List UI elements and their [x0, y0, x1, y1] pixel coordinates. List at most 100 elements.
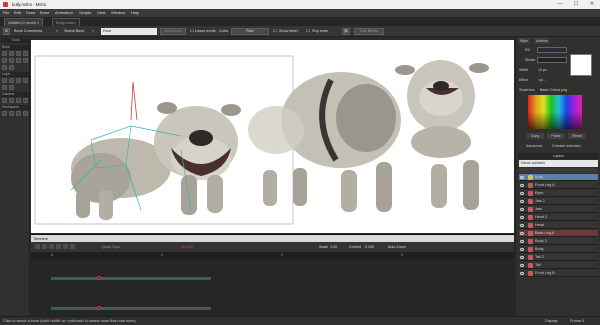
go-start-icon[interactable]: [35, 244, 40, 249]
layer-row[interactable]: Jaw: [519, 206, 598, 213]
layer-row[interactable]: Front Leg B: [519, 270, 598, 277]
visibility-eye-icon[interactable]: [520, 216, 524, 219]
pan-workspace-tool-icon[interactable]: [2, 111, 7, 116]
go-end-icon[interactable]: [63, 244, 68, 249]
select-bone-tool-icon[interactable]: [2, 51, 7, 56]
menu-window[interactable]: Window: [111, 10, 125, 15]
checker-selection-checkbox[interactable]: Checker selection: [552, 144, 581, 148]
interpolation-dropdown[interactable]: Smooth: [181, 244, 193, 250]
translate-bone-tool-icon[interactable]: [9, 51, 14, 56]
loop-icon[interactable]: [70, 244, 75, 249]
auto-zoom-button[interactable]: Auto Zoom: [388, 244, 406, 250]
tab-bully[interactable]: Bully.moho: [52, 18, 80, 26]
visibility-eye-icon[interactable]: [520, 272, 524, 275]
effect-dropdown[interactable]: <pl...: [538, 78, 546, 82]
track-camera-tool-icon[interactable]: [2, 98, 7, 103]
visibility-eye-icon[interactable]: [520, 248, 524, 251]
show-label-checkbox[interactable]: ☐: [273, 28, 276, 35]
add-bone-tool-icon[interactable]: [2, 58, 7, 63]
advanced-toggle[interactable]: Advanced: [526, 144, 542, 148]
layer-row[interactable]: Head: [519, 222, 598, 229]
color-dropdown[interactable]: Plain: [231, 28, 269, 35]
orbit-workspace-tool-icon[interactable]: [23, 111, 28, 116]
scale-layer-tool-icon[interactable]: [16, 78, 21, 83]
keyframe[interactable]: [97, 276, 101, 280]
layer-search-input[interactable]: Name contains: [519, 160, 598, 167]
reparent-bone-tool-icon[interactable]: [9, 58, 14, 63]
bind-name-button[interactable]: Bind name: [160, 28, 186, 35]
select-bone-dropdown[interactable]: Select Bone: [64, 28, 84, 35]
tab-style[interactable]: Style: [518, 38, 530, 44]
lasso-mode-checkbox[interactable]: ☐: [190, 28, 193, 35]
minimize-button[interactable]: —: [552, 0, 568, 9]
bone-name-input[interactable]: Root: [101, 28, 157, 35]
layer-row[interactable]: Bully: [519, 174, 598, 181]
menu-bone[interactable]: Bone: [40, 10, 49, 15]
menu-scripts[interactable]: Scripts: [79, 10, 91, 15]
maximize-button[interactable]: ☐: [568, 0, 584, 9]
set-origin-tool-icon[interactable]: [2, 78, 7, 83]
layer-row[interactable]: Body: [519, 246, 598, 253]
bone-comments-button[interactable]: Bone Comments: [14, 28, 42, 35]
menu-help[interactable]: Help: [131, 10, 139, 15]
layer-row[interactable]: Front Leg A: [519, 182, 598, 189]
rotate-workspace-tool-icon[interactable]: [16, 111, 21, 116]
step-forward-icon[interactable]: [56, 244, 61, 249]
manipulate-bones-tool-icon[interactable]: [23, 58, 28, 63]
reset-button[interactable]: Reset: [568, 133, 586, 139]
tab-actions[interactable]: Actions: [534, 38, 550, 44]
layer-row[interactable]: Body 2: [519, 238, 598, 245]
zoom-workspace-tool-icon[interactable]: [9, 111, 14, 116]
quick-sync-button[interactable]: Quick Sync: [102, 244, 120, 250]
menu-draw[interactable]: Draw: [26, 10, 35, 15]
layer-row[interactable]: Tail 2: [519, 254, 598, 261]
menu-file[interactable]: File: [3, 10, 9, 15]
stroke-color-swatch[interactable]: [537, 57, 567, 63]
scale-bone-tool-icon[interactable]: [16, 51, 21, 56]
visibility-eye-icon[interactable]: [520, 264, 524, 267]
zoom-camera-tool-icon[interactable]: [9, 98, 14, 103]
layer-row[interactable]: Back Leg A: [519, 230, 598, 237]
dropdown-arrow-icon[interactable]: ▾: [56, 28, 58, 35]
rotate-bone-tool-icon[interactable]: [23, 51, 28, 56]
layer-row[interactable]: Eyes: [519, 190, 598, 197]
menu-view[interactable]: View: [97, 10, 106, 15]
step-back-icon[interactable]: [42, 244, 47, 249]
visibility-eye-icon[interactable]: [520, 240, 524, 243]
current-value[interactable]: 0.100: [365, 244, 374, 250]
visibility-eye-icon[interactable]: [520, 176, 524, 179]
play-icon[interactable]: [49, 244, 54, 249]
shy-bone-checkbox[interactable]: ☐: [306, 28, 309, 35]
visibility-eye-icon[interactable]: [520, 224, 524, 227]
copy-button[interactable]: Copy: [526, 133, 544, 139]
scale-value[interactable]: 1.00: [330, 244, 337, 250]
track-row[interactable]: [51, 277, 211, 280]
width-input[interactable]: 10 px: [538, 68, 547, 72]
link-bones-button[interactable]: Link Bones: [354, 28, 384, 35]
chevron-down-icon[interactable]: ▾: [92, 28, 94, 35]
visibility-eye-icon[interactable]: [520, 192, 524, 195]
tool-settings-icon[interactable]: ⚙: [3, 28, 10, 35]
menu-animation[interactable]: Animation: [55, 10, 73, 15]
fill-color-swatch[interactable]: [537, 47, 567, 53]
bind-layer-tool-icon[interactable]: [2, 65, 7, 70]
layer-row[interactable]: Tail: [519, 262, 598, 269]
close-button[interactable]: ✕: [584, 0, 600, 9]
canvas[interactable]: [31, 40, 514, 233]
visibility-eye-icon[interactable]: [520, 232, 524, 235]
frame-ruler[interactable]: 0 1 2 3: [31, 252, 514, 259]
visibility-eye-icon[interactable]: [520, 208, 524, 211]
shear-layer-tool-icon[interactable]: [9, 85, 14, 90]
rotate-layer-tool-icon[interactable]: [23, 78, 28, 83]
bind-points-tool-icon[interactable]: [9, 65, 14, 70]
link-icon[interactable]: ⛓: [342, 28, 350, 35]
visibility-eye-icon[interactable]: [520, 184, 524, 187]
tab-untitled-2[interactable]: Untitled 2.moho ×: [4, 18, 44, 26]
menu-edit[interactable]: Edit: [14, 10, 21, 15]
timeline-tracks[interactable]: [31, 259, 514, 317]
visibility-eye-icon[interactable]: [520, 200, 524, 203]
keyframe[interactable]: [97, 306, 101, 310]
flip-layer-tool-icon[interactable]: [2, 85, 7, 90]
translate-layer-tool-icon[interactable]: [9, 78, 14, 83]
swatches-dropdown[interactable]: Basic Colors.png: [540, 88, 567, 92]
